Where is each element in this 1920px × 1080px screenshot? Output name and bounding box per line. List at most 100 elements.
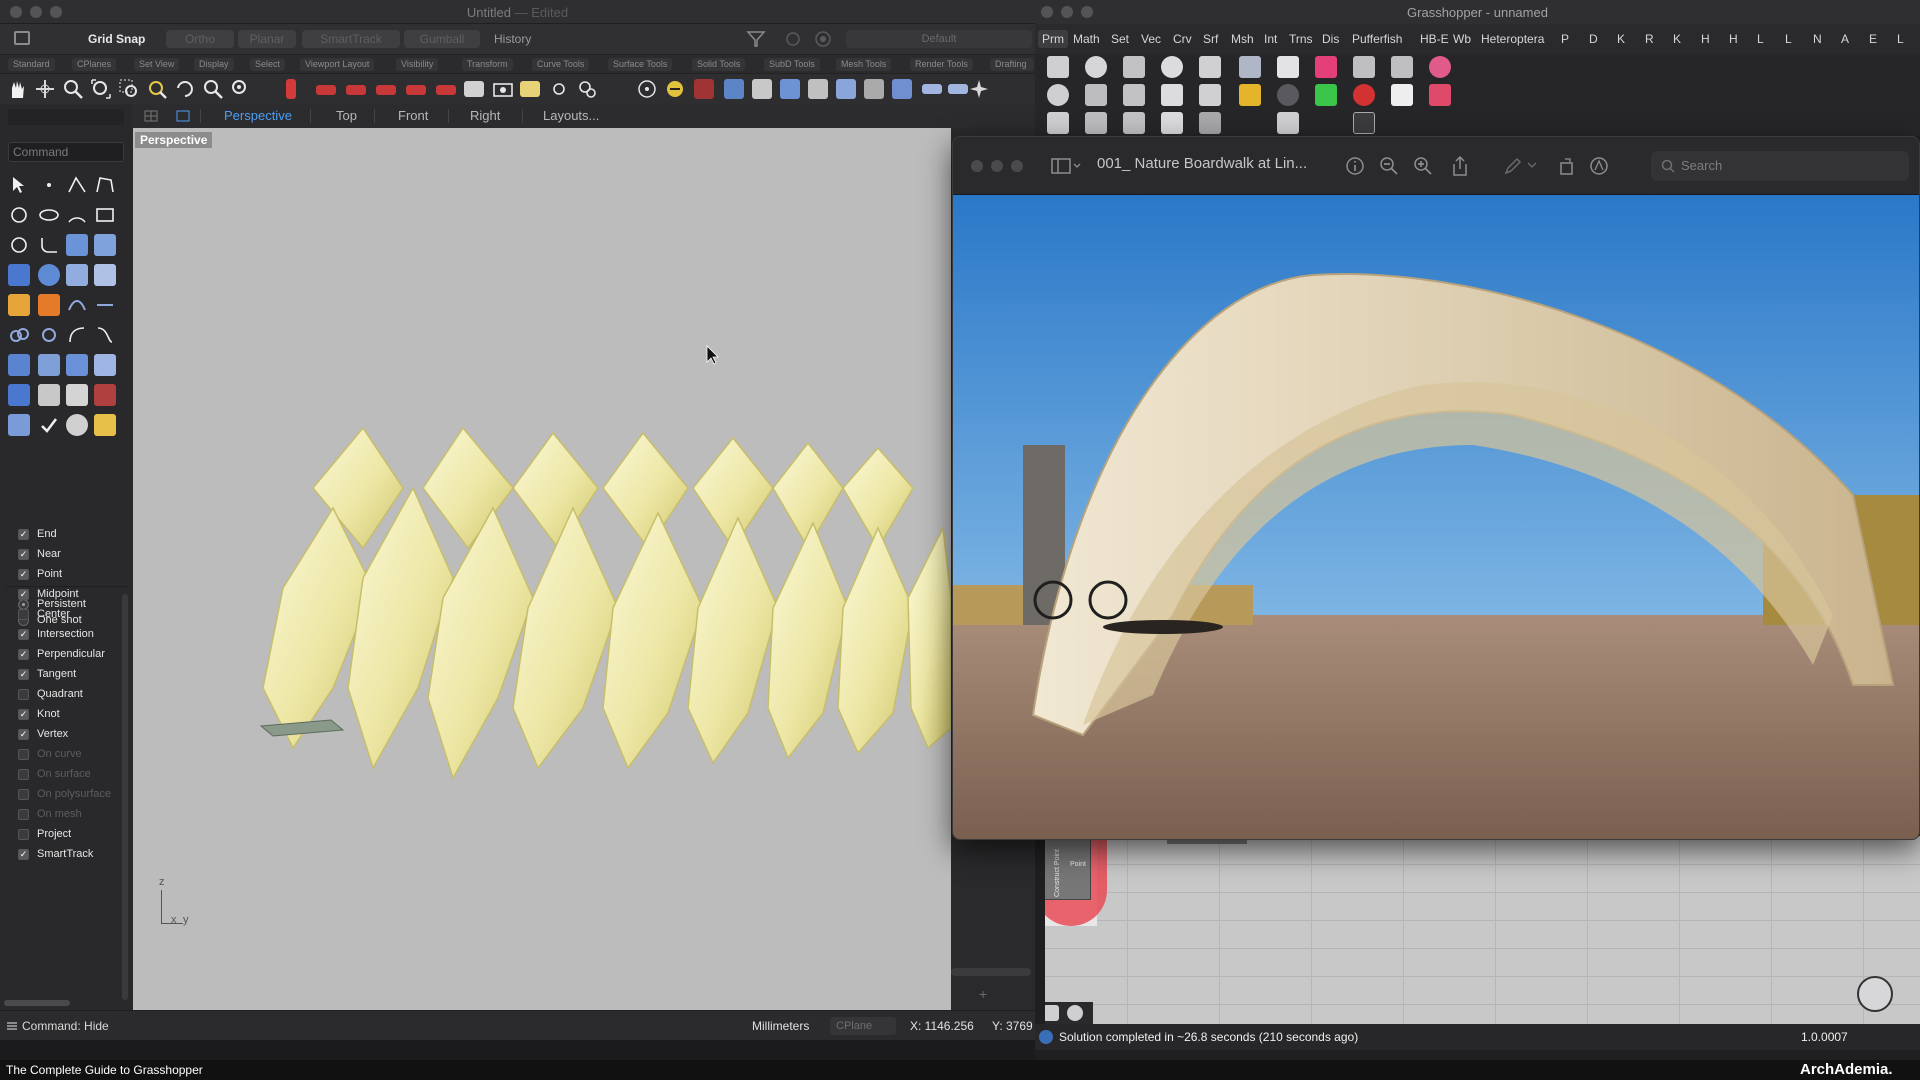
ellipse-icon[interactable] [38, 204, 60, 226]
gh-tab-int[interactable]: Int [1264, 32, 1277, 46]
osnap-checkbox[interactable] [18, 808, 29, 820]
osnap-checkbox[interactable]: ✓ [18, 848, 29, 860]
gh-util-graph-icon[interactable] [1353, 112, 1375, 134]
tab-display[interactable]: Display [194, 58, 234, 71]
info-icon[interactable] [1345, 156, 1365, 176]
zoom-dynamic-icon[interactable] [202, 78, 224, 100]
zoom-in-icon[interactable] [1413, 156, 1433, 176]
scissor-icon[interactable] [864, 79, 884, 99]
car-render-icon[interactable] [436, 85, 456, 95]
bookmark-icon[interactable] [694, 79, 714, 99]
rectangle-icon[interactable] [94, 204, 116, 226]
circle-icon[interactable] [8, 204, 30, 226]
osnap-near[interactable]: ✓ Near [18, 544, 61, 564]
group-icon[interactable] [8, 324, 30, 346]
osnap-checkbox[interactable] [18, 788, 29, 800]
rotate-icon[interactable] [1557, 156, 1577, 176]
gh-tab-h2[interactable]: H [1729, 32, 1738, 46]
osnap-checkbox[interactable]: ✓ [18, 648, 29, 660]
rotate-view-icon[interactable] [34, 78, 56, 100]
gh-tab-crv[interactable]: Crv [1173, 32, 1192, 46]
osnap-center[interactable]: Center [18, 604, 70, 624]
gh-tab-d[interactable]: D [1589, 32, 1598, 46]
history-button[interactable]: History [484, 30, 541, 48]
gh-tab-r[interactable]: R [1645, 32, 1654, 46]
offset-icon[interactable] [66, 324, 88, 346]
scale-icon[interactable] [66, 354, 88, 376]
gh-tab-l3[interactable]: L [1897, 32, 1904, 46]
undo-view-icon[interactable] [174, 78, 196, 100]
bounding-box-icon[interactable] [286, 79, 296, 99]
blend-icon[interactable] [94, 324, 116, 346]
perspective-viewport[interactable]: Perspective z x y [133, 128, 951, 1010]
plane-surface-icon[interactable] [94, 264, 116, 286]
analyze-icon[interactable] [8, 414, 30, 436]
osnap-on-curve[interactable]: On curve [18, 744, 82, 764]
sun-icon[interactable] [576, 78, 598, 100]
gh-input-swatch-icon[interactable] [1315, 84, 1337, 106]
osnap-on-mesh[interactable]: On mesh [18, 804, 82, 824]
construction-plane-widget[interactable] [259, 719, 345, 737]
share-icon[interactable] [1451, 155, 1469, 177]
render-icon[interactable] [520, 81, 540, 97]
pan-hand-icon[interactable] [6, 78, 28, 100]
osnap-intersection[interactable]: ✓ Intersection [18, 624, 94, 644]
smarttrack-button[interactable]: SmartTrack [302, 30, 400, 48]
osnap-on-polysurface[interactable]: On polysurface [18, 784, 111, 804]
osnap-checkbox[interactable] [18, 748, 29, 760]
tab-perspective[interactable]: Perspective [224, 108, 292, 123]
layer-visibility-icon[interactable] [784, 31, 802, 47]
zoom-out-icon[interactable] [1379, 156, 1399, 176]
osnap-checkbox[interactable]: ✓ [18, 668, 29, 680]
osnap-checkbox[interactable]: ✓ [18, 708, 29, 720]
tab-cplanes[interactable]: CPlanes [72, 58, 117, 71]
text-icon[interactable] [8, 354, 30, 376]
car-drive-icon[interactable] [346, 85, 366, 95]
current-layer-dropdown[interactable]: Default [846, 30, 1032, 48]
preview-zoom-button[interactable] [1011, 160, 1023, 172]
gh-tab-vec[interactable]: Vec [1141, 32, 1161, 46]
surface-icon[interactable] [66, 234, 88, 256]
viewport-single-icon[interactable] [176, 110, 190, 122]
split-curve-icon[interactable] [94, 294, 116, 316]
osnap-end[interactable]: ✓ End [18, 524, 57, 544]
tab-drafting[interactable]: Drafting [990, 58, 1034, 71]
box-icon[interactable] [8, 264, 30, 286]
render-sphere-icon[interactable] [66, 414, 88, 436]
yellow-sphere-icon[interactable] [664, 78, 686, 100]
gh-tab-k2[interactable]: K [1673, 32, 1681, 46]
gh-tab-trns[interactable]: Trns [1289, 32, 1313, 46]
gh-input-colour-icon[interactable] [1277, 84, 1299, 106]
tab-surface-tools[interactable]: Surface Tools [608, 58, 673, 71]
gh-util-relay-icon[interactable] [1391, 56, 1413, 78]
tab-top[interactable]: Top [336, 108, 357, 123]
gh-param-mesh-icon[interactable] [1123, 112, 1145, 134]
markup-pen-icon[interactable] [1503, 156, 1523, 176]
filter-icon[interactable] [746, 30, 766, 48]
osnap-checkbox[interactable]: ✓ [18, 588, 29, 600]
gh-tab-set[interactable]: Set [1111, 32, 1129, 46]
planar-button[interactable]: Planar [238, 30, 296, 48]
tab-render-tools[interactable]: Render Tools [910, 58, 973, 71]
osnap-checkbox[interactable] [18, 768, 29, 780]
join-icon[interactable] [948, 84, 968, 94]
control-curve-icon[interactable] [94, 174, 116, 196]
gh-param-field-icon[interactable] [1199, 112, 1221, 134]
osnap-project[interactable]: Project [18, 824, 71, 844]
markup-circle-icon[interactable] [1589, 156, 1609, 176]
gh-param-geometry-icon[interactable] [1047, 56, 1069, 78]
hatch-icon[interactable] [94, 414, 116, 436]
fillet-curve-icon[interactable] [38, 234, 60, 256]
tab-transform[interactable]: Transform [462, 58, 513, 71]
preview-search-input[interactable]: Search [1651, 151, 1909, 181]
gh-tab-k1[interactable]: K [1617, 32, 1625, 46]
grid-snap-button[interactable]: Grid Snap [78, 30, 155, 48]
polygon-icon[interactable] [8, 234, 30, 256]
car-gumball-icon[interactable] [316, 85, 336, 95]
osnap-on-surface[interactable]: On surface [18, 764, 91, 784]
gh-param-brep-icon[interactable] [1123, 84, 1145, 106]
osnap-smarttrack[interactable]: ✓ SmartTrack [18, 844, 93, 864]
tab-front[interactable]: Front [398, 108, 428, 123]
gh-param-curve-icon[interactable] [1047, 112, 1069, 134]
tab-subd-tools[interactable]: SubD Tools [764, 58, 820, 71]
